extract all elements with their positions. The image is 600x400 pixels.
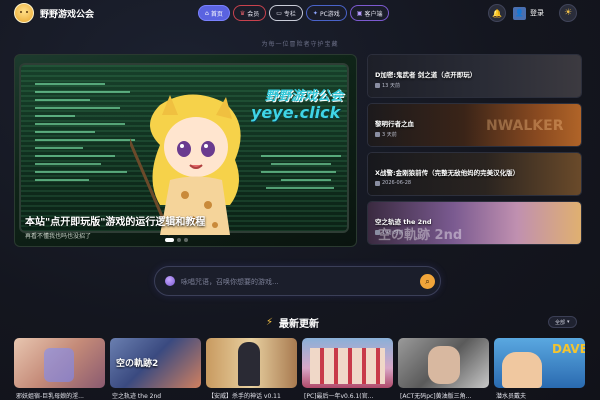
section-title: ⚡ 最新更新	[266, 315, 319, 330]
column-icon: ▭	[276, 9, 282, 17]
login-button[interactable]: 👤 登录	[513, 4, 544, 22]
side-item-date-row: 13 天前	[375, 82, 400, 89]
game-card[interactable]: [ACT无码pc]黄油版三角...	[398, 338, 489, 400]
chevron-down-icon: ▾	[567, 319, 570, 325]
latest-card-list: 邪妖姐宿-巨乳母娘的淫... 空の軌跡2 空之轨迹 the 2nd 【安威】杀手…	[14, 338, 585, 400]
side-item[interactable]: X战警:金刚狼前传（完整无敌他妈的完美汉化版） 2026-06-28	[367, 152, 582, 196]
clock-icon	[375, 132, 380, 137]
magic-orb-icon	[165, 276, 175, 286]
client-icon: ▣	[356, 9, 363, 17]
game-card[interactable]: DAVE 潜水员戴夫	[494, 338, 585, 400]
crown-icon: ♛	[239, 9, 246, 17]
nav-home[interactable]: ⌂ 首页	[198, 5, 230, 21]
brand-name[interactable]: 野野游戏公会	[40, 7, 94, 20]
side-item[interactable]: 空の軌跡 2nd 空之轨迹 the 2nd 19小时前	[367, 201, 582, 245]
side-item-date: 19小时前	[382, 230, 404, 236]
side-item-date-row: 3 天前	[375, 131, 397, 138]
game-card-title: 潜水员戴夫	[496, 393, 527, 400]
game-card-thumbnail	[398, 338, 489, 388]
game-card-title: 【安威】杀手的神话 v0.11	[208, 393, 281, 400]
hero-watermark-title: 野野游戏公会	[265, 89, 344, 104]
game-card[interactable]: [PC]最后一年v0.6.1(官...	[302, 338, 393, 400]
nav-vip-label: 会员	[247, 10, 260, 18]
carousel-dot[interactable]	[177, 238, 181, 242]
top-bar: 野野游戏公会 ⌂ 首页 ♛ 会员 ▭ 专栏 ✦ PC游戏 ▣ 客户端 🔔 👤 登…	[0, 0, 600, 27]
hero-subtitle: 再看不懂我也吗也没招了	[25, 233, 92, 240]
nav-column[interactable]: ▭ 专栏	[269, 5, 303, 21]
game-card-art-text: 空の軌跡2	[116, 359, 159, 369]
game-card-thumbnail	[14, 338, 105, 388]
side-item-art-text: NWALKER	[486, 118, 564, 134]
hero-watermark-url: yeye.click	[251, 103, 341, 122]
side-item-date: 3 天前	[382, 132, 397, 138]
side-item-title: 黎明行者之血	[375, 120, 414, 128]
lightning-icon: ⚡	[266, 317, 274, 328]
game-card-thumbnail	[206, 338, 297, 388]
side-item-date: 2026-06-28	[382, 180, 412, 186]
clock-icon	[375, 83, 380, 88]
game-card-art-text: DAVE	[552, 342, 585, 356]
bell-icon[interactable]: 🔔	[488, 4, 506, 22]
tagline: 为每一位冒险者守护宝藏	[261, 41, 339, 48]
home-icon: ⌂	[205, 9, 209, 17]
carousel-dot[interactable]	[184, 238, 188, 242]
search-bar: ⌕	[154, 266, 441, 296]
nav-pc-games-label: PC游戏	[319, 10, 340, 18]
nav-client[interactable]: ▣ 客户端	[349, 5, 390, 21]
side-item-date-row: 2026-06-28	[375, 180, 411, 186]
game-card-thumbnail	[302, 338, 393, 388]
nav-client-label: 客户端	[364, 10, 383, 18]
side-item-title: 空之轨迹 the 2nd	[375, 218, 432, 226]
view-all-button[interactable]: 全部 ▾	[548, 316, 577, 328]
user-icon: 👤	[513, 6, 526, 20]
game-card[interactable]: 邪妖姐宿-巨乳母娘的淫...	[14, 338, 105, 400]
carousel-dots	[165, 238, 188, 242]
main-nav: ⌂ 首页 ♛ 会员 ▭ 专栏 ✦ PC游戏 ▣ 客户端	[198, 5, 390, 21]
logo-avatar[interactable]	[14, 3, 34, 23]
game-card-title: [ACT无码pc]黄油版三角...	[400, 393, 472, 400]
hero-title[interactable]: 本站"点开即玩版"游戏的运行逻辑和教程	[25, 213, 205, 228]
gamepad-icon: ✦	[312, 9, 318, 17]
login-label: 登录	[530, 9, 544, 17]
game-card-title: 空之轨迹 the 2nd	[112, 393, 162, 400]
game-card-thumbnail: 空の軌跡2	[110, 338, 201, 388]
game-card[interactable]: 【安威】杀手的神话 v0.11	[206, 338, 297, 400]
clock-icon	[375, 180, 380, 186]
side-item-title: D加密:鬼武者 剑之道（点开即玩）	[375, 71, 477, 79]
game-card[interactable]: 空の軌跡2 空之轨迹 the 2nd	[110, 338, 201, 400]
side-item[interactable]: D加密:鬼武者 剑之道（点开即玩） 13 天前	[367, 54, 582, 98]
search-icon[interactable]: ⌕	[420, 274, 435, 289]
nav-pc-games[interactable]: ✦ PC游戏	[305, 5, 347, 21]
side-item-date: 13 天前	[382, 83, 400, 89]
game-card-thumbnail: DAVE	[494, 338, 585, 388]
side-item-date-row: 19小时前	[375, 229, 403, 236]
nav-vip[interactable]: ♛ 会员	[232, 5, 267, 21]
game-card-title: [PC]最后一年v0.6.1(官...	[304, 393, 374, 400]
sun-icon[interactable]: ☀	[559, 4, 577, 22]
hero-banner[interactable]: 野野游戏公会 yeye.click 本站"点开即玩版"游戏的运行逻辑和教程 再看…	[14, 54, 357, 247]
view-all-label: 全部	[555, 319, 566, 326]
game-card-title: 邪妖姐宿-巨乳母娘的淫...	[16, 393, 84, 400]
nav-home-label: 首页	[210, 10, 223, 18]
side-item[interactable]: NWALKER 黎明行者之血 3 天前	[367, 103, 582, 147]
side-item-title: X战警:金刚狼前传（完整无敌他妈的完美汉化版）	[375, 169, 520, 177]
featured-side-list: D加密:鬼武者 剑之道（点开即玩） 13 天前 NWALKER 黎明行者之血 3…	[367, 54, 582, 250]
carousel-dot[interactable]	[165, 238, 174, 242]
nav-column-label: 专栏	[283, 10, 296, 18]
clock-icon	[375, 230, 380, 235]
search-input[interactable]	[181, 275, 401, 288]
section-title-label: 最新更新	[279, 319, 320, 330]
